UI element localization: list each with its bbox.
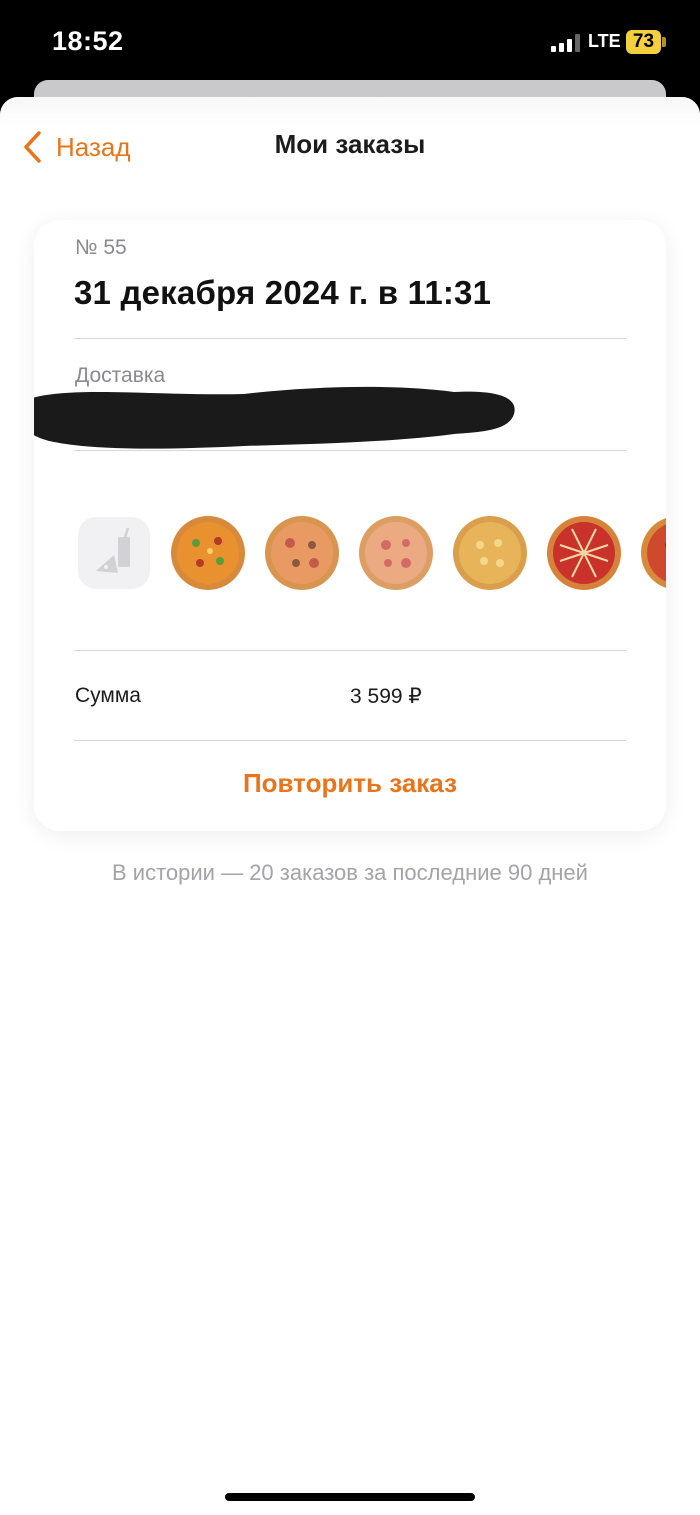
divider <box>74 740 626 741</box>
combo-icon <box>78 515 154 591</box>
pizza-icon <box>546 515 622 591</box>
battery-tip <box>662 37 666 47</box>
battery-icon: 73 <box>626 30 661 54</box>
pizza-icon <box>640 515 666 591</box>
network-type: LTE <box>588 31 621 51</box>
order-card[interactable]: № 55 31 декабря 2024 г. в 11:31 Доставка <box>34 220 666 831</box>
order-number: № 55 <box>75 236 127 259</box>
orders-sheet: Назад Мои заказы № 55 31 декабря 2024 г.… <box>0 97 700 1515</box>
history-note: В истории — 20 заказов за последние 90 д… <box>112 860 588 885</box>
cellular-signal-icon <box>551 34 581 52</box>
sum-value: 3 599 ₽ <box>350 685 422 708</box>
pizza-icon <box>358 515 434 591</box>
order-date: 31 декабря 2024 г. в 11:31 <box>74 274 492 311</box>
home-indicator[interactable] <box>225 1493 475 1501</box>
pizza-icon <box>264 515 340 591</box>
divider <box>74 450 626 451</box>
divider <box>74 338 626 339</box>
status-time: 18:52 <box>52 26 124 56</box>
order-items-strip[interactable] <box>78 515 666 595</box>
repeat-order-button[interactable]: Повторить заказ <box>34 768 666 799</box>
redacted-address <box>34 386 515 449</box>
page-title: Мои заказы <box>274 129 426 159</box>
pizza-icon <box>452 515 528 591</box>
sum-label: Сумма <box>75 684 141 707</box>
pizza-icon <box>170 515 246 591</box>
divider <box>74 650 626 651</box>
